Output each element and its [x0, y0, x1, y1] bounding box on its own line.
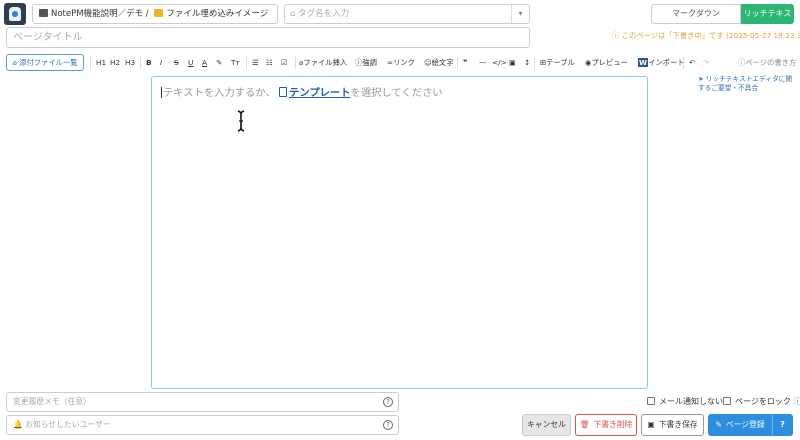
draft-status-text: このページは「下書き中」です (2025-05-27 18:23:35) — [621, 31, 800, 40]
import-button[interactable]: Wインポート — [638, 55, 685, 71]
markdown-mode-button[interactable]: マークダウン — [651, 4, 741, 24]
emphasis-label: 強調 — [362, 58, 377, 67]
table-button[interactable]: ⊞テーブル — [540, 55, 575, 71]
undo-button[interactable]: ↶ — [689, 55, 695, 71]
bell-icon: 🔔 — [13, 420, 23, 429]
draft-status-notice: ⓘ このページは「下書き中」です (2025-05-27 18:23:35) — [612, 31, 800, 41]
lock-page-label: ページをロック — [735, 397, 791, 406]
register-label: ページ登録 — [725, 420, 765, 429]
notify-placeholder: お知らせしたいユーザー — [25, 420, 111, 429]
numbered-list-button[interactable]: ☷ — [266, 55, 273, 71]
file-insert-label: ファイル挿入 — [303, 58, 348, 67]
underline-button[interactable]: U — [188, 55, 193, 71]
trash-icon: 🗑 — [579, 420, 590, 429]
emoji-label: 絵文字 — [431, 58, 454, 67]
editor-placeholder: テキストを入力するか、 テンプレートを選択してください — [161, 84, 443, 99]
heading3-button[interactable]: H3 — [125, 55, 135, 71]
attachment-list-button[interactable]: ⌀ 添付ファイル一覧 — [6, 54, 84, 71]
tag-placeholder: タグ名を入力 — [298, 9, 350, 19]
import-label: インポート — [648, 58, 685, 67]
move-button[interactable]: ↕ — [524, 55, 530, 71]
chevron-down-icon[interactable]: ▾ — [511, 5, 529, 23]
placeholder-suffix: を選択してください — [350, 87, 443, 99]
app-logo-avatar[interactable] — [4, 3, 26, 25]
floppy-icon: ▣ — [647, 420, 655, 429]
attachment-list-label: 添付ファイル一覧 — [19, 58, 78, 67]
change-memo-input[interactable]: 変更履歴メモ（任意） ? — [6, 392, 399, 412]
lock-page-checkbox[interactable]: ページをロック ⓘ — [723, 396, 800, 407]
help-icon[interactable]: ? — [383, 397, 393, 407]
paperclip-icon: ⌀ — [12, 58, 17, 67]
table-label: テーブル — [546, 58, 575, 67]
memo-placeholder: 変更履歴メモ（任意） — [13, 397, 91, 406]
register-help-button[interactable]: ? — [772, 414, 793, 436]
no-mail-label: メール通知しない — [659, 397, 723, 406]
ibeam-cursor-icon — [237, 110, 245, 132]
editor-toolbar: ⌀ 添付ファイル一覧 H1 H2 H3 B I S U A ✎ Tт ☰ ☷ ☑… — [0, 54, 800, 72]
send-icon: ➤ — [698, 75, 706, 83]
preview-label: プレビュー — [591, 58, 628, 67]
quote-button[interactable]: ❞ — [463, 55, 467, 71]
howto-link[interactable]: ⓘページの書き方 — [738, 55, 796, 71]
save-draft-button[interactable]: ▣ 下書き保存 — [641, 414, 704, 436]
inline-code-button[interactable]: </> — [492, 55, 507, 71]
horizontal-rule-button[interactable]: — — [479, 55, 486, 71]
preview-button[interactable]: ◉プレビュー — [585, 55, 628, 71]
tag-input[interactable]: ⌂ タグ名を入力 ▾ — [284, 4, 530, 24]
help-icon[interactable]: ? — [383, 420, 393, 430]
delete-draft-button[interactable]: 🗑 下書き削除 — [575, 414, 637, 436]
italic-button[interactable]: I — [160, 55, 162, 71]
cancel-button[interactable]: キャンセル — [522, 414, 571, 436]
template-link[interactable]: テンプレート — [289, 87, 350, 99]
smiley-icon: ☺ — [424, 58, 432, 67]
document-icon — [279, 87, 288, 97]
howto-label: ページの書き方 — [745, 58, 797, 67]
warning-icon: ⓘ — [612, 31, 622, 40]
feedback-label: リッチテキストエディタに関するご要望・不具合 — [698, 75, 793, 92]
font-color-button[interactable]: A — [202, 55, 207, 71]
code-block-button[interactable]: ▣ — [509, 55, 516, 71]
link-label: リンク — [393, 58, 415, 67]
redo-button[interactable]: ↷ — [703, 55, 709, 71]
register-page-button[interactable]: ✎ ページ登録 — [708, 414, 772, 436]
delete-draft-label: 下書き削除 — [593, 420, 633, 429]
page-title-input[interactable]: ページタイトル — [6, 27, 530, 48]
notify-users-input[interactable]: 🔔 お知らせしたいユーザー ? — [6, 415, 399, 435]
pencil-icon: ✎ — [715, 420, 722, 429]
file-insert-button[interactable]: ⌀ファイル挿入 — [299, 55, 347, 71]
folder-icon — [154, 9, 164, 17]
text-caret — [161, 87, 162, 98]
bold-button[interactable]: B — [146, 55, 152, 71]
save-draft-label: 下書き保存 — [658, 420, 698, 429]
heading2-button[interactable]: H2 — [110, 55, 120, 71]
bullet-list-button[interactable]: ☰ — [252, 55, 259, 71]
word-icon: W — [638, 58, 649, 67]
feedback-link[interactable]: ➤ リッチテキストエディタに関するご要望・不具合 — [698, 75, 794, 92]
strikethrough-button[interactable]: S — [174, 55, 179, 71]
breadcrumb-project[interactable]: NotePM機能説明／デモ / — [51, 9, 149, 19]
link-button[interactable]: ∞リンク — [387, 55, 415, 71]
richtext-mode-button[interactable]: リッチテキスト — [741, 4, 794, 36]
breadcrumb[interactable]: NotePM機能説明／デモ / ファイル埋め込みイメージ — [32, 4, 278, 24]
clear-format-button[interactable]: Tт — [231, 55, 240, 71]
highlight-button[interactable]: ✎ — [216, 55, 222, 71]
tag-icon: ⌂ — [290, 9, 296, 19]
emphasis-button[interactable]: ⓘ強調 — [355, 55, 377, 71]
help-icon[interactable]: ⓘ — [793, 397, 800, 406]
heading1-button[interactable]: H1 — [96, 55, 106, 71]
checklist-button[interactable]: ☑ — [281, 55, 288, 71]
notebook-icon — [39, 9, 48, 17]
placeholder-prefix: テキストを入力するか、 — [163, 87, 276, 99]
rich-text-editor[interactable] — [151, 76, 648, 389]
checkbox-box[interactable] — [647, 397, 655, 405]
breadcrumb-folder[interactable]: ファイル埋め込みイメージ — [166, 9, 268, 19]
checkbox-box[interactable] — [723, 397, 731, 405]
emoji-button[interactable]: ☺絵文字 — [424, 55, 454, 71]
no-mail-checkbox[interactable]: メール通知しない — [647, 396, 723, 407]
